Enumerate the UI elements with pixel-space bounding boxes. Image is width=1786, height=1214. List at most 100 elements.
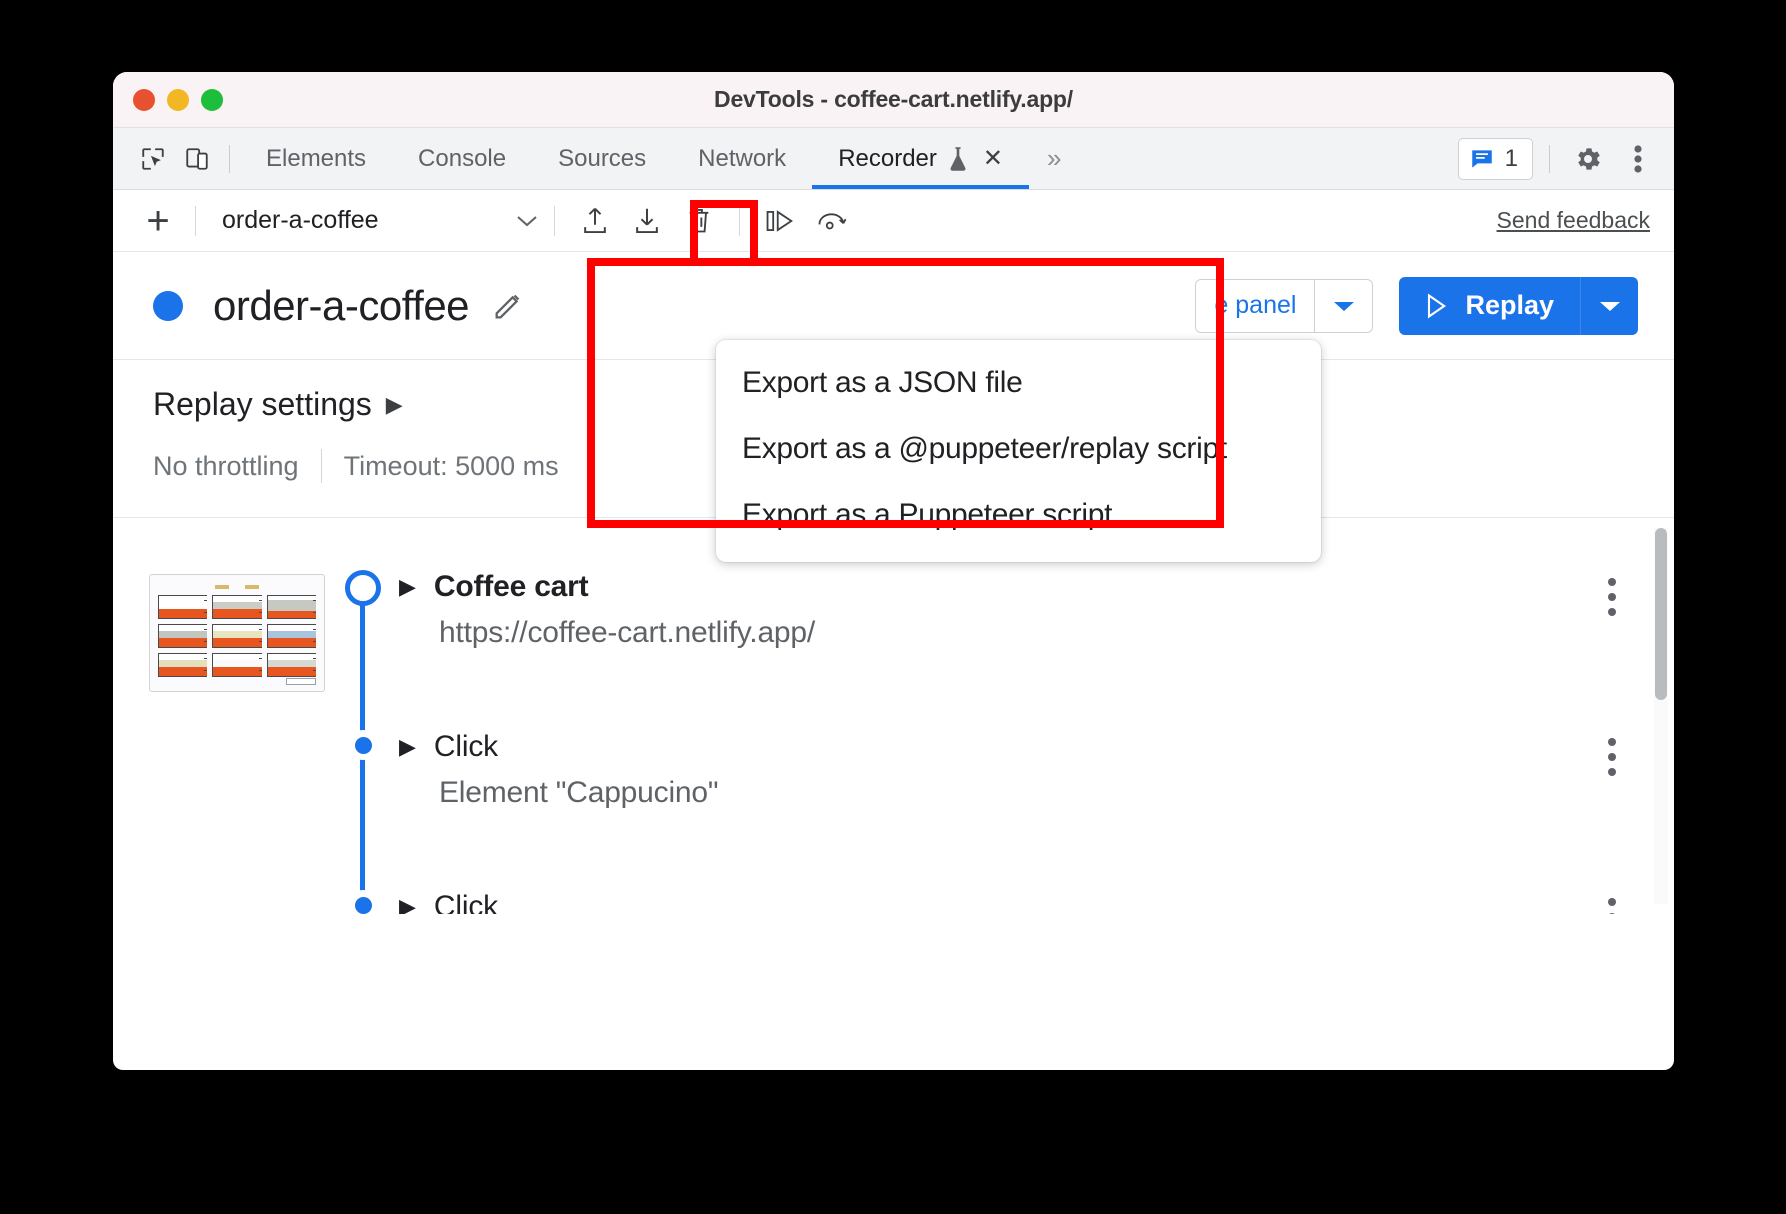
recording-select-value: order-a-coffee bbox=[222, 206, 379, 234]
menu-item-export-puppeteer-replay[interactable]: Export as a @puppeteer/replay script bbox=[716, 416, 1321, 482]
recorder-toolbar: + order-a-coffee Send feedback bbox=[113, 190, 1674, 252]
steps-list[interactable]: ▶ Coffee cart https://coffee-cart.netlif… bbox=[113, 518, 1674, 914]
inspect-element-icon[interactable] bbox=[131, 137, 175, 181]
step-node-dot bbox=[348, 730, 378, 760]
coffee-cup-icon bbox=[212, 595, 262, 619]
more-vertical-icon[interactable] bbox=[1616, 137, 1660, 181]
create-recording-button[interactable]: + bbox=[135, 198, 181, 244]
step-screenshot-cell bbox=[149, 570, 325, 730]
thumbnail-footer-chip bbox=[158, 677, 316, 685]
coffee-cup-icon bbox=[266, 624, 316, 648]
step-header[interactable]: ▶ Click bbox=[399, 890, 1594, 914]
replay-button-main[interactable]: Replay bbox=[1399, 276, 1580, 335]
step-menu-icon[interactable] bbox=[1594, 730, 1630, 890]
step-over-icon[interactable] bbox=[754, 197, 806, 245]
coffee-cup-icon bbox=[266, 595, 316, 619]
step-body: ▶ Coffee cart https://coffee-cart.netlif… bbox=[399, 570, 1594, 730]
step-expand-triangle-icon[interactable]: ▶ bbox=[399, 894, 416, 914]
step-rail bbox=[325, 730, 399, 914]
step-rail bbox=[325, 570, 399, 770]
tabstrip-divider bbox=[229, 144, 230, 173]
thumbnail-coffee-grid bbox=[158, 595, 316, 677]
show-code-panel-label: e panel bbox=[1214, 291, 1297, 319]
pencil-icon[interactable] bbox=[491, 289, 525, 323]
recording-status-dot bbox=[153, 290, 183, 321]
recording-select[interactable]: order-a-coffee bbox=[210, 206, 540, 235]
settings-divider bbox=[320, 449, 322, 483]
step-row[interactable]: ▶ Coffee cart https://coffee-cart.netlif… bbox=[113, 570, 1674, 770]
menu-item-export-json[interactable]: Export as a JSON file bbox=[716, 350, 1321, 416]
send-feedback-link[interactable]: Send feedback bbox=[1497, 207, 1656, 234]
export-dropdown-menu[interactable]: Export as a JSON file Export as a @puppe… bbox=[716, 340, 1321, 562]
step-row[interactable]: ▶ Click bbox=[113, 890, 1674, 914]
step-body: ▶ Click bbox=[399, 890, 1594, 914]
export-download-icon[interactable] bbox=[621, 197, 673, 245]
step-menu-icon[interactable] bbox=[1594, 570, 1630, 730]
coffee-cup-icon bbox=[158, 595, 208, 619]
toolbar-divider-1 bbox=[195, 205, 196, 236]
devtools-window: DevTools - coffee-cart.netlify.app/ Elem… bbox=[113, 72, 1674, 1070]
tab-sources[interactable]: Sources bbox=[532, 128, 672, 189]
replay-button[interactable]: Replay bbox=[1399, 276, 1638, 335]
steps-scrollbar[interactable] bbox=[1654, 528, 1668, 904]
coffee-cup-icon bbox=[212, 624, 262, 648]
step-expand-triangle-icon[interactable]: ▶ bbox=[399, 734, 416, 760]
code-panel-chevron-down-icon[interactable] bbox=[1314, 279, 1372, 332]
close-icon[interactable]: ✕ bbox=[983, 146, 1003, 171]
step-header[interactable]: ▶ Click bbox=[399, 730, 1594, 764]
coffee-cup-icon bbox=[212, 653, 262, 677]
issues-message-icon bbox=[1469, 146, 1495, 172]
step-screenshot-thumbnail bbox=[149, 574, 325, 692]
step-screenshot-cell bbox=[149, 730, 325, 890]
play-triangle-icon bbox=[1423, 292, 1449, 320]
replay-speed-icon[interactable] bbox=[806, 197, 858, 245]
issues-count: 1 bbox=[1504, 144, 1518, 172]
step-body: ▶ Click Element "Cappucino" bbox=[399, 730, 1594, 890]
recording-title: order-a-coffee bbox=[213, 281, 470, 329]
panel-tabs: Elements Console Sources Network Recorde… bbox=[240, 128, 1079, 189]
step-expand-triangle-icon[interactable]: ▶ bbox=[399, 574, 416, 600]
issues-button[interactable]: 1 bbox=[1457, 137, 1533, 180]
replay-settings-heading: Replay settings bbox=[153, 386, 372, 422]
throttling-value: No throttling bbox=[153, 450, 299, 481]
step-detail: Element "Cappucino" bbox=[439, 776, 719, 809]
menu-item-export-puppeteer[interactable]: Export as a Puppeteer script bbox=[716, 482, 1321, 548]
tab-elements[interactable]: Elements bbox=[240, 128, 392, 189]
coffee-cup-icon bbox=[266, 653, 316, 677]
step-row[interactable]: ▶ Click Element "Cappucino" bbox=[113, 730, 1674, 914]
step-node-start bbox=[345, 570, 381, 606]
steps-container: ▶ Coffee cart https://coffee-cart.netlif… bbox=[113, 518, 1674, 914]
tab-recorder-label: Recorder bbox=[838, 144, 937, 172]
step-title: Click bbox=[433, 890, 498, 914]
window-titlebar: DevTools - coffee-cart.netlify.app/ bbox=[113, 72, 1674, 128]
tabstrip-actions-divider bbox=[1549, 144, 1550, 173]
tab-console-label: Console bbox=[418, 144, 507, 172]
flask-icon bbox=[947, 146, 969, 172]
trash-icon[interactable] bbox=[673, 197, 725, 245]
tab-recorder[interactable]: Recorder ✕ bbox=[812, 128, 1029, 189]
timeout-value: Timeout: 5000 ms bbox=[343, 450, 559, 481]
device-toolbar-icon[interactable] bbox=[175, 137, 219, 181]
chevron-down-icon bbox=[514, 213, 540, 229]
recording-header-actions: e panel Replay bbox=[1195, 276, 1638, 335]
coffee-cup-icon bbox=[158, 653, 208, 677]
more-tabs-icon[interactable]: » bbox=[1029, 143, 1079, 174]
step-header[interactable]: ▶ Coffee cart bbox=[399, 570, 1594, 604]
tab-console[interactable]: Console bbox=[392, 128, 532, 189]
expand-triangle-icon: ▶ bbox=[385, 391, 403, 417]
step-title: Click bbox=[433, 730, 498, 763]
steps-scrollbar-thumb[interactable] bbox=[1655, 528, 1667, 700]
toolbar-divider-3 bbox=[739, 205, 740, 236]
tab-elements-label: Elements bbox=[266, 144, 367, 172]
import-upload-icon[interactable] bbox=[569, 197, 621, 245]
tab-network[interactable]: Network bbox=[672, 128, 812, 189]
step-menu-icon[interactable] bbox=[1594, 890, 1630, 914]
gear-icon[interactable] bbox=[1566, 137, 1610, 181]
thumbnail-header-bars bbox=[158, 585, 316, 591]
show-code-panel-button[interactable]: e panel bbox=[1195, 278, 1374, 333]
toolbar-divider-2 bbox=[554, 205, 555, 236]
replay-chevron-down-icon[interactable] bbox=[1580, 276, 1638, 335]
replay-button-label: Replay bbox=[1465, 290, 1554, 320]
coffee-cup-icon bbox=[158, 624, 208, 648]
tab-network-label: Network bbox=[698, 144, 787, 172]
